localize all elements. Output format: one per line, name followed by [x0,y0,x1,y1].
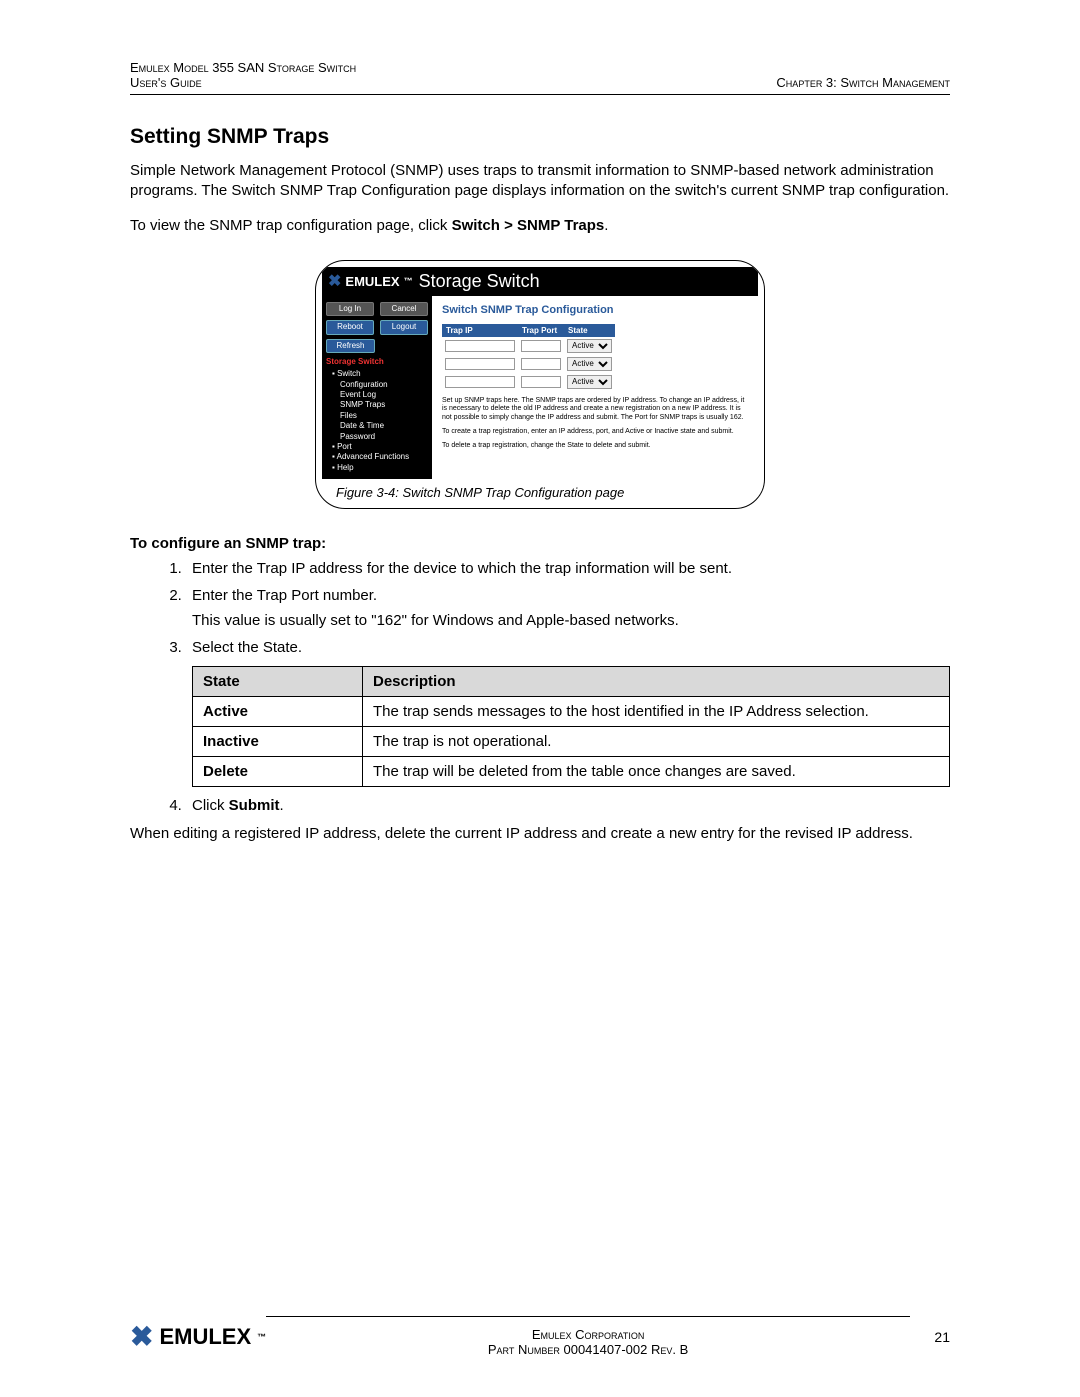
trap-ip-input-2[interactable] [445,358,515,370]
table-row: Inactive The trap is not operational. [193,727,950,757]
emulex-logo: ✖ EMULEX ™ [328,271,413,291]
trap-port-input-2[interactable] [521,358,561,370]
step-4: Click Submit. [186,797,950,814]
app-title: Storage Switch [419,271,540,292]
content-title: Switch SNMP Trap Configuration [442,304,748,316]
footer-logo: ✖ EMULEX™ [130,1320,266,1353]
tree-advanced[interactable]: ▪ Advanced Functions [326,452,428,462]
tree-port[interactable]: ▪ Port [326,442,428,452]
step4-post: . [280,797,284,814]
trap-ip-input-3[interactable] [445,376,515,388]
desc-active: The trap sends messages to the host iden… [363,697,950,727]
tree-snmptraps[interactable]: SNMP Traps [326,400,428,410]
tree-switch[interactable]: ▪ Switch [326,369,428,379]
desc-inactive: The trap is not operational. [363,727,950,757]
help-text-1: Set up SNMP traps here. The SNMP traps a… [442,397,748,422]
tree-configuration[interactable]: Configuration [326,380,428,390]
tree-root[interactable]: Storage Switch [326,357,428,367]
figure-caption: Figure 3-4: Switch SNMP Trap Configurati… [322,479,758,500]
state-delete: Delete [193,757,363,787]
tree-files[interactable]: Files [326,411,428,421]
table-row: Delete The trap will be deleted from the… [193,757,950,787]
footer-part: Part Number 00041407-002 Rev. B [266,1342,910,1357]
header-guide: User's Guide [130,75,356,90]
menu-path: Switch > SNMP Traps [452,217,605,234]
steps-list: Enter the Trap IP address for the device… [186,560,950,824]
col-trap-port: Trap Port [518,324,564,337]
step-2-note: This value is usually set to "162" for W… [192,612,950,629]
intro-paragraph-2: To view the SNMP trap configuration page… [130,216,950,236]
footer-brand: EMULEX [159,1324,251,1350]
logo-text: EMULEX [345,274,399,289]
help-text-2: To create a trap registration, enter an … [442,428,748,436]
trap-ip-input-1[interactable] [445,340,515,352]
desc-delete: The trap will be deleted from the table … [363,757,950,787]
intro-paragraph-1: Simple Network Management Protocol (SNMP… [130,161,950,202]
footer-x-icon: ✖ [130,1320,153,1353]
app-header: ✖ EMULEX ™ Storage Switch [322,267,758,296]
tree-datetime[interactable]: Date & Time [326,421,428,431]
col-trap-ip: Trap IP [442,324,518,337]
step-1: Enter the Trap IP address for the device… [186,560,950,577]
help-text-3: To delete a trap registration, change th… [442,442,748,450]
tree-eventlog[interactable]: Event Log [326,390,428,400]
step-3: Select the State. State Description Acti… [186,639,950,787]
trap-state-select-3[interactable]: Active [567,375,612,389]
section-title: Setting SNMP Traps [130,125,950,149]
intro2-pre: To view the SNMP trap configuration page… [130,217,452,234]
submit-label: Submit [229,797,280,814]
logo-x-icon: ✖ [328,271,341,291]
state-inactive: Inactive [193,727,363,757]
cancel-button[interactable]: Cancel [380,302,428,316]
reboot-button[interactable]: Reboot [326,320,374,334]
footer-corp: Emulex Corporation [266,1327,910,1342]
desc-col-header: Description [363,667,950,697]
header-product: Emulex Model 355 SAN Storage Switch [130,60,356,75]
trap-port-input-1[interactable] [521,340,561,352]
logo-tm: ™ [404,276,413,286]
page-number: 21 [910,1329,950,1345]
trap-state-select-2[interactable]: Active [567,357,612,371]
trap-state-select-1[interactable]: Active [567,339,612,353]
step-2: Enter the Trap Port number. This value i… [186,587,950,629]
tree-password[interactable]: Password [326,432,428,442]
configure-subhead: To configure an SNMP trap: [130,535,950,552]
trap-port-input-3[interactable] [521,376,561,388]
state-table: State Description Active The trap sends … [192,666,950,787]
page-header: Emulex Model 355 SAN Storage Switch User… [130,60,950,95]
refresh-button[interactable]: Refresh [326,339,375,353]
step4-pre: Click [192,797,229,814]
tree-help[interactable]: ▪ Help [326,463,428,473]
header-chapter: Chapter 3: Switch Management [776,75,950,90]
page-footer: ✖ EMULEX™ Emulex Corporation Part Number… [130,1304,950,1357]
content-pane: Switch SNMP Trap Configuration Trap IP T… [432,296,758,479]
table-row: Active The trap sends messages to the ho… [193,697,950,727]
trap-table: Trap IP Trap Port State Active A [442,324,615,391]
intro2-post: . [604,217,608,234]
col-state: State [564,324,615,337]
state-active: Active [193,697,363,727]
state-col-header: State [193,667,363,697]
login-button[interactable]: Log In [326,302,374,316]
closing-paragraph: When editing a registered IP address, de… [130,824,950,844]
sidebar: Log In Cancel Reboot Logout Refresh Stor… [322,296,432,479]
logout-button[interactable]: Logout [380,320,428,334]
figure-screenshot: ✖ EMULEX ™ Storage Switch Log In Cancel R… [315,260,765,509]
